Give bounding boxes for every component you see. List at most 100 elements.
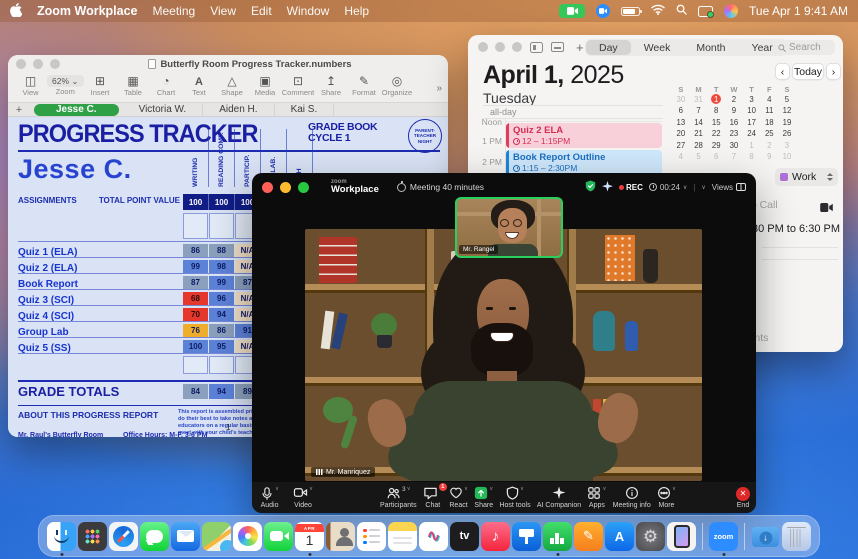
dock-item[interactable] [201,516,232,556]
score-cell[interactable]: 94 [209,308,234,321]
mini-day[interactable]: 29 [707,140,725,151]
score-cell[interactable]: 98 [209,260,234,273]
dock-item[interactable]: A [604,516,635,556]
mini-day[interactable]: 8 [707,106,725,117]
mini-day[interactable]: 6 [672,106,690,117]
event-quiz2-ela[interactable]: Quiz 2 ELA 12 – 1:15PM [506,123,662,148]
chat-button[interactable]: 1∨ Chat [423,486,443,509]
mini-day[interactable]: 24 [743,129,761,140]
dock-app-icon[interactable] [47,522,76,551]
mini-day[interactable]: 5 [778,94,796,105]
mini-day[interactable]: 20 [672,129,690,140]
next-day-button[interactable]: › [826,63,841,80]
dock-item[interactable] [325,516,356,556]
toolbar-button[interactable]: Share [315,74,348,97]
end-meeting-button[interactable]: ✕ End [736,487,750,509]
apple-menu-icon[interactable] [10,3,22,20]
dock-item[interactable]: zoom [708,516,739,556]
dock-app-icon[interactable] [233,522,262,551]
app-menu-title[interactable]: Zoom Workplace [37,4,137,18]
siri-icon[interactable] [724,4,738,18]
score-cell[interactable]: 96 [209,292,234,305]
add-event-button[interactable]: + [576,40,584,55]
dock-item[interactable] [781,516,812,556]
dock-app-icon[interactable] [109,522,138,551]
toolbar-button[interactable]: Chart [150,74,183,97]
screen-mirroring-icon[interactable] [698,6,713,17]
dock-item[interactable] [387,516,418,556]
mini-day[interactable]: 2 [725,94,743,105]
column-header-writing[interactable]: WRITING [183,129,209,187]
mini-day[interactable]: 11 [760,106,778,117]
mini-day[interactable]: 27 [672,140,690,151]
calendar-titlebar[interactable]: + DayWeekMonthYear Search [468,35,843,59]
dock-item[interactable] [46,516,77,556]
dock-app-icon[interactable]: A [605,522,634,551]
score-cell[interactable]: 86 [183,244,208,257]
mini-day[interactable]: 30 [672,94,690,105]
dock-item[interactable]: APR 1 [294,516,325,556]
toolbar-button[interactable]: Shape [216,74,249,97]
dock-app-icon[interactable] [171,522,200,551]
mini-day[interactable]: 16 [725,117,743,128]
mini-day[interactable]: 17 [743,117,761,128]
mini-day[interactable]: 28 [690,140,708,151]
toolbar-button[interactable]: Table [117,74,150,97]
score-cell[interactable]: 88 [209,244,234,257]
view-tab[interactable]: Week [631,40,684,55]
mini-day[interactable]: 3 [778,140,796,151]
score-cell[interactable]: 95 [209,340,234,353]
mini-day[interactable]: 1 [707,94,725,105]
minimize-button[interactable] [280,182,291,193]
dock-app-icon[interactable] [419,522,448,551]
score-cell[interactable]: 99 [209,276,234,289]
share-button[interactable]: ∨ Share [474,486,493,509]
meeting-info-button[interactable]: Meeting info [613,486,651,509]
score-cell[interactable]: 99 [183,260,208,273]
sheet-tab[interactable]: Victoria W. [123,103,204,117]
video-camera-icon[interactable] [820,199,833,217]
dock-app-icon[interactable] [140,522,169,551]
search-field[interactable]: Search [773,40,835,55]
dock-app-icon[interactable] [357,522,386,551]
mini-day[interactable]: 18 [760,117,778,128]
ai-sparkle-icon[interactable] [602,181,613,194]
battery-icon[interactable] [621,7,640,16]
dock-app-icon[interactable] [636,522,665,551]
toolbar-button[interactable]: Comment [282,74,315,97]
audio-button[interactable]: ∨ Audio [260,486,279,509]
toolbar-button[interactable]: Text [183,74,216,97]
score-cell[interactable]: 70 [183,308,208,321]
dock-app-icon[interactable] [512,522,541,551]
dock-app-icon[interactable]: zoom [709,522,738,551]
dock-item[interactable] [108,516,139,556]
mini-day[interactable]: 2 [760,140,778,151]
score-cell[interactable]: 100 [183,340,208,353]
dock-app-icon[interactable] [574,522,603,551]
dock-item[interactable] [139,516,170,556]
dock-app-icon[interactable] [751,522,780,551]
views-button[interactable]: Views [712,183,746,192]
dock-app-icon[interactable] [744,523,745,550]
mini-day[interactable]: 10 [778,152,796,163]
security-shield-icon[interactable] [585,180,596,194]
dock-app-icon[interactable] [481,522,510,551]
react-button[interactable]: ∨ React [449,486,468,509]
apps-button[interactable]: ∨ Apps [587,486,606,509]
menu-item[interactable]: View [210,4,236,18]
mini-day[interactable]: 25 [760,129,778,140]
host-tools-button[interactable]: ∨ Host tools [499,486,530,509]
dock-app-icon[interactable] [782,522,811,551]
score-cell[interactable]: 76 [183,324,208,337]
mini-day[interactable]: 26 [778,129,796,140]
view-button[interactable]: View [14,74,47,97]
mini-day[interactable]: 21 [690,129,708,140]
window-controls[interactable] [262,182,309,193]
search-icon[interactable] [676,4,687,18]
dock-app-icon[interactable] [202,522,231,551]
menu-item[interactable]: Help [344,4,369,18]
column-header-reading[interactable]: READING COMP. [209,129,235,187]
mini-day[interactable]: 3 [743,94,761,105]
dock-app-icon[interactable]: APR 1 [295,522,324,551]
dock-item[interactable] [170,516,201,556]
